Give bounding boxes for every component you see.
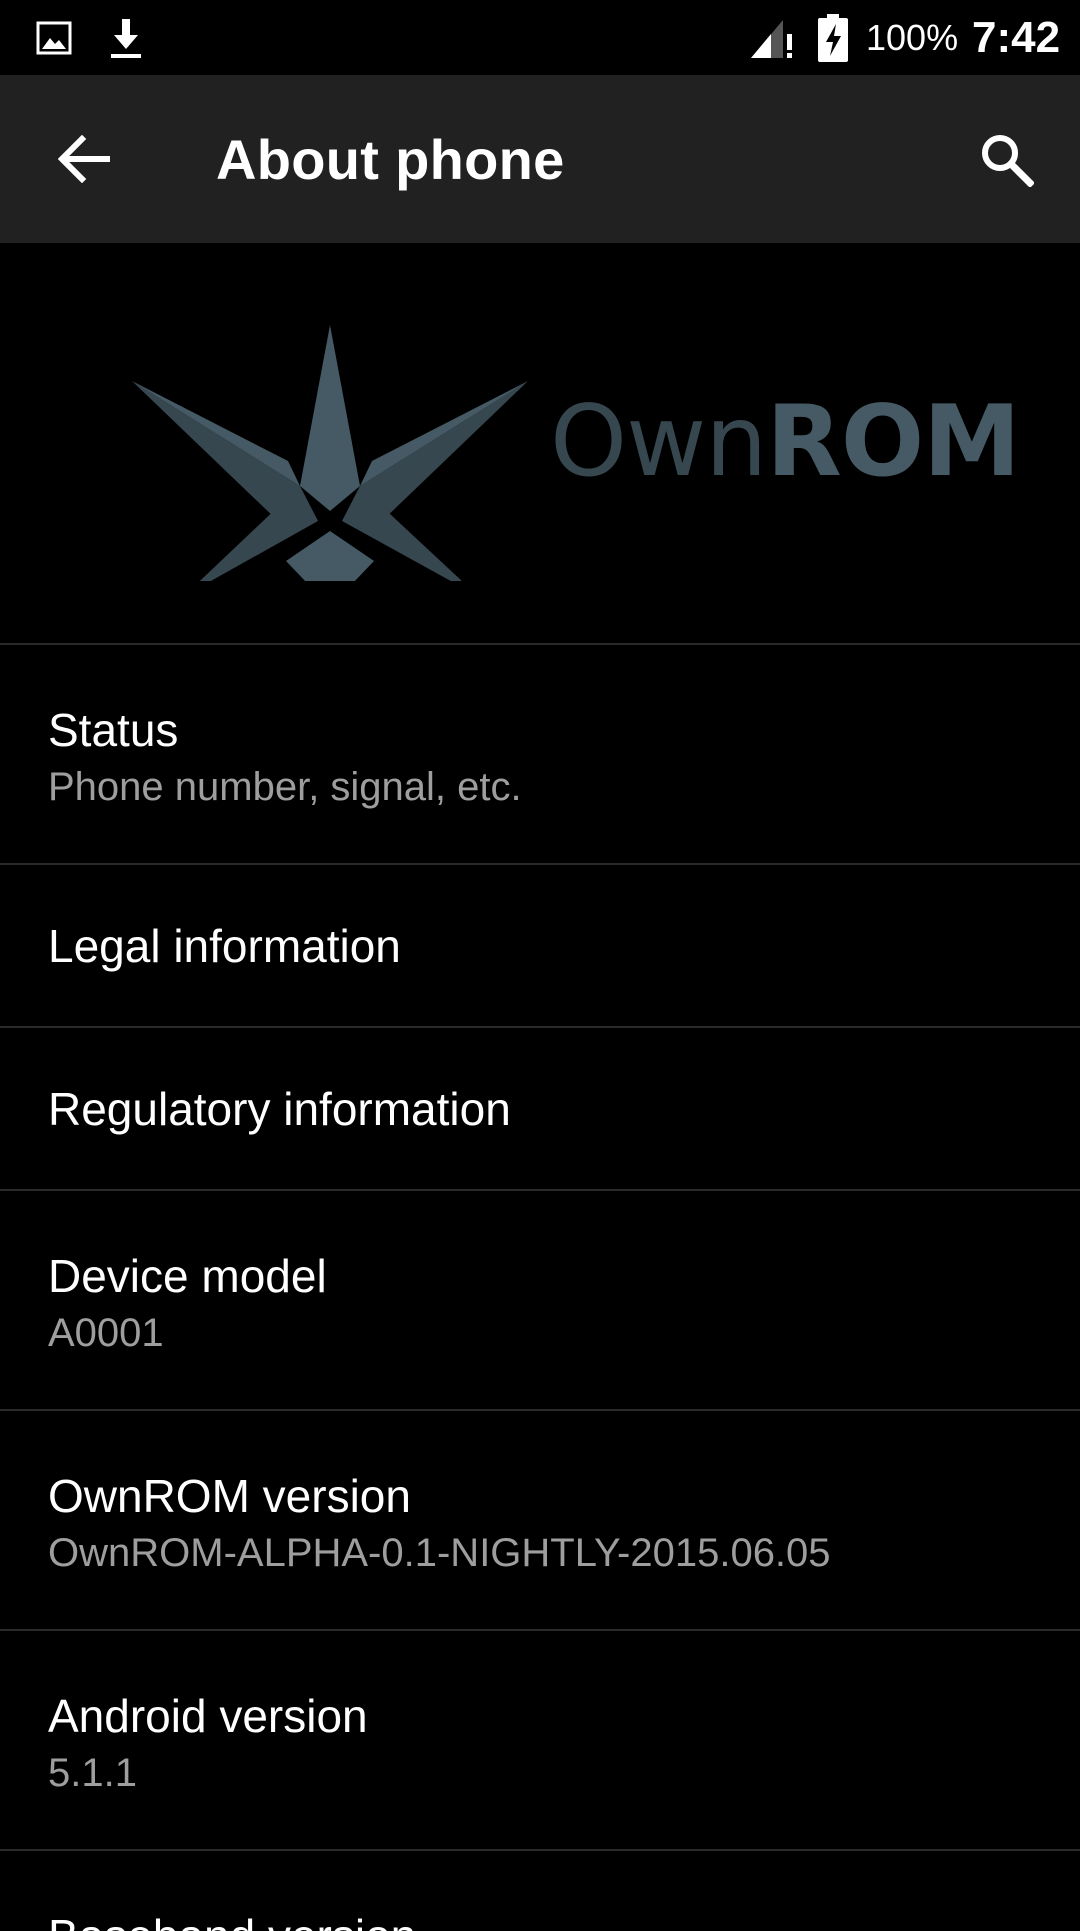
status-bar: 100% 7:42 — [0, 0, 1080, 75]
settings-item-regulatory-information[interactable]: Regulatory information — [0, 1028, 1080, 1189]
settings-item-ownrom-version[interactable]: OwnROM version OwnROM-ALPHA-0.1-NIGHTLY-… — [0, 1411, 1080, 1629]
arrow-back-icon — [58, 135, 110, 183]
image-notification-icon — [34, 0, 74, 75]
battery-percent: 100% — [866, 16, 959, 58]
item-summary: Phone number, signal, etc. — [48, 765, 522, 809]
item-title: Baseband version — [48, 1909, 416, 1931]
ownrom-logo-star — [132, 325, 528, 581]
item-summary: OwnROM-ALPHA-0.1-NIGHTLY-2015.06.05 — [48, 1531, 831, 1575]
app-bar: About phone — [0, 75, 1080, 243]
signal-icon — [748, 0, 796, 75]
download-notification-icon — [106, 0, 146, 75]
search-button[interactable] — [956, 109, 1056, 209]
item-summary: A0001 — [48, 1311, 164, 1355]
item-title: Status — [48, 704, 179, 756]
item-title: Android version — [48, 1690, 368, 1742]
item-title: Device model — [48, 1250, 327, 1302]
header-logo-area: OwnROM — [0, 243, 1080, 643]
settings-item-android-version[interactable]: Android version 5.1.1 — [0, 1631, 1080, 1849]
settings-item-legal-information[interactable]: Legal information — [0, 865, 1080, 1026]
search-icon — [982, 135, 1034, 187]
item-title: Legal information — [48, 919, 401, 972]
battery-charging-icon — [816, 0, 850, 75]
item-title: OwnROM version — [48, 1470, 411, 1522]
settings-item-baseband-version[interactable]: Baseband version — [0, 1851, 1080, 1931]
settings-item-device-model[interactable]: Device model A0001 — [0, 1191, 1080, 1409]
item-summary: 5.1.1 — [48, 1751, 137, 1795]
settings-list: Status Phone number, signal, etc. Legal … — [0, 643, 1080, 1931]
settings-item-status[interactable]: Status Phone number, signal, etc. — [0, 645, 1080, 863]
back-button[interactable] — [34, 109, 134, 209]
item-title: Regulatory information — [48, 1082, 511, 1135]
page-title: About phone — [216, 127, 565, 191]
ownrom-logo-text: OwnROM — [550, 385, 1021, 499]
clock: 7:42 — [972, 12, 1061, 62]
